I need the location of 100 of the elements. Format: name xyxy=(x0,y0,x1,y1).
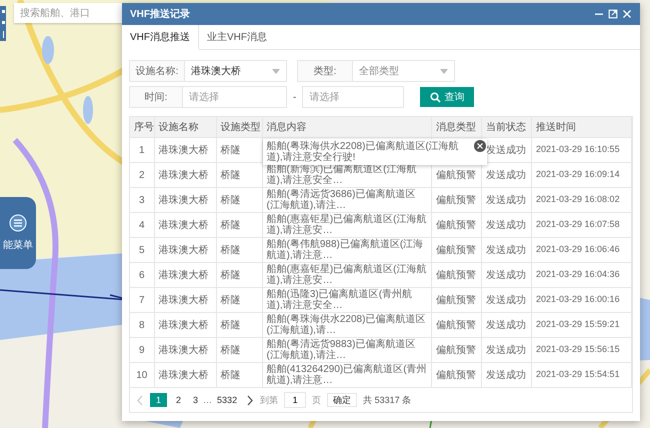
menu-button[interactable]: 能菜单 xyxy=(0,197,36,269)
table-cell: 桥隧 xyxy=(216,288,262,312)
maximize-icon[interactable] xyxy=(608,9,618,19)
table-cell: 2 xyxy=(130,162,154,188)
menu-icon xyxy=(9,214,27,232)
table-cell: 发送成功 xyxy=(482,262,532,288)
table-cell: 桥隧 xyxy=(216,138,262,162)
tool-icon[interactable] xyxy=(0,9,6,14)
table-cell: 偏航预警 xyxy=(436,344,476,356)
table-cell: 船舶(粤珠海供水2208)已偏离航道区(江海航道),请… xyxy=(266,314,426,336)
page-button[interactable]: 1 xyxy=(150,393,168,407)
message-text: 船舶(粤珠海供水2208)已偏离航道区(江海航道),请注意安全行驶! xyxy=(266,141,459,163)
start-date-field[interactable]: 请选择 xyxy=(183,86,287,108)
table-cell: 港珠澳大桥 xyxy=(154,238,216,262)
table-cell: 船舶(粤清远货9883)已偏离航道区(江海航道),请注… xyxy=(266,339,416,361)
table-cell: 桥隧 xyxy=(216,238,262,262)
type-select[interactable]: 类型: 全部类型 xyxy=(297,60,455,82)
table-cell: 2021-03-29 15:54:51 xyxy=(532,362,632,387)
end-date-field[interactable]: 请选择 xyxy=(302,86,404,108)
table-cell: 2021-03-29 16:07:58 xyxy=(532,212,632,238)
table-cell: 2021-03-29 16:06:46 xyxy=(532,238,632,262)
table-cell: 桥隧 xyxy=(216,162,262,188)
table-cell: 港珠澳大桥 xyxy=(154,312,216,338)
column-header: 消息内容 xyxy=(262,117,432,138)
column-header: 推送时间 xyxy=(532,117,632,138)
table-cell: 偏航预警 xyxy=(436,320,476,330)
table-cell: 6 xyxy=(130,262,154,288)
caret-icon xyxy=(272,68,280,74)
table-cell: 港珠澳大桥 xyxy=(154,338,216,362)
table-cell: 2021-03-29 16:10:55 xyxy=(532,138,632,162)
table-cell: 9 xyxy=(130,338,154,362)
table-cell: 4 xyxy=(130,212,154,238)
table-cell: 发送成功 xyxy=(482,312,532,338)
tab[interactable]: VHF消息推送 xyxy=(122,25,199,50)
table-cell: 港珠澳大桥 xyxy=(154,288,216,312)
search-icon xyxy=(430,92,442,102)
next-page-icon[interactable] xyxy=(246,394,254,406)
table-cell: 发送成功 xyxy=(482,338,532,362)
confirm-button[interactable]: 确定 xyxy=(327,393,358,407)
table-cell: 发送成功 xyxy=(482,162,532,188)
table-cell: 发送成功 xyxy=(482,212,532,238)
table-cell: 港珠澳大桥 xyxy=(154,212,216,238)
field-label: 时间: xyxy=(129,86,183,108)
column-header: 消息类型 xyxy=(432,117,482,138)
table-cell: 2021-03-29 16:00:16 xyxy=(532,288,632,312)
table-cell: 桥隧 xyxy=(216,362,262,387)
table-cell: 发送成功 xyxy=(482,362,532,387)
column-header: 设施名称 xyxy=(154,117,216,138)
table-cell: 偏航预警 xyxy=(436,244,476,256)
table-cell: 2021-03-29 15:56:15 xyxy=(532,338,632,362)
table-cell: 船舶(粤清远货3686)已偏离航道区(江海航道),请注… xyxy=(266,189,416,211)
table-cell: 偏航预警 xyxy=(436,370,476,380)
table-cell: 8 xyxy=(130,312,154,338)
table-cell: 偏航预警 xyxy=(436,170,476,180)
table-cell: 发送成功 xyxy=(482,188,532,212)
table-cell: 偏航预警 xyxy=(436,294,476,306)
page-input[interactable]: 1 xyxy=(284,392,306,408)
table-cell: 发送成功 xyxy=(482,238,532,262)
table-cell: 船舶(惠嘉钜星)已偏离航道区(江海航道),请注意安… xyxy=(266,214,426,236)
table-cell: 发送成功 xyxy=(482,288,532,312)
table-cell: 1 xyxy=(130,138,154,162)
table-cell: 3 xyxy=(130,188,154,212)
table-cell: 港珠澳大桥 xyxy=(154,262,216,288)
range-separator: - xyxy=(293,92,296,102)
table-cell: 港珠澳大桥 xyxy=(154,162,216,188)
table-cell: 港珠澳大桥 xyxy=(154,362,216,387)
table-cell: 桥隧 xyxy=(216,262,262,288)
table-cell: 港珠澳大桥 xyxy=(154,138,216,162)
table-cell: 7 xyxy=(130,288,154,312)
window-title: VHF推送记录 xyxy=(130,8,190,21)
table-cell: 偏航预警 xyxy=(436,220,476,230)
table-cell: 船舶(迅隆3)已偏离航道区(青州航道),请注意安全… xyxy=(266,289,412,311)
table-cell: 偏航预警 xyxy=(436,270,476,280)
table-cell: 桥隧 xyxy=(216,212,262,238)
search-field[interactable]: 搜索船舶、港口 xyxy=(14,3,124,23)
table-cell: 2021-03-29 16:08:02 xyxy=(532,188,632,212)
column-header: 当前状态 xyxy=(482,117,532,138)
page-unit: 页 xyxy=(312,394,322,406)
table-cell: 港珠澳大桥 xyxy=(154,188,216,212)
table-cell: 2021-03-29 16:04:36 xyxy=(532,262,632,288)
goto-label: 到第 xyxy=(260,394,278,406)
caret-icon xyxy=(440,68,448,74)
table-cell: 桥隧 xyxy=(216,338,262,362)
column-header: 设施类型 xyxy=(216,117,262,138)
close-icon[interactable] xyxy=(474,140,486,152)
total-count: 共 53317 条 xyxy=(363,394,412,406)
table-cell: 船舶(惠嘉钜星)已偏离航道区(江海航道),请注意安… xyxy=(266,264,426,286)
column-header: 序号 xyxy=(130,117,154,138)
query-button[interactable]: 查询 xyxy=(420,87,474,107)
table-cell: 偏航预警 xyxy=(436,194,476,206)
facility-select[interactable]: 设施名称: 港珠澳大桥 xyxy=(129,60,287,82)
table-cell: 桥隧 xyxy=(216,312,262,338)
table-cell: 船舶(粤伟航988)已偏离航道区(江海航道),请注意… xyxy=(266,239,424,261)
table-cell: 10 xyxy=(130,362,154,387)
page-ellipsis: … xyxy=(203,395,212,405)
close-icon[interactable] xyxy=(622,9,632,19)
table-cell: 船舶(413264290)已偏离航道区(青州航道),请注意… xyxy=(266,364,427,386)
table-cell: 2021-03-29 16:09:14 xyxy=(532,162,632,188)
table-cell: 桥隧 xyxy=(216,188,262,212)
tool-icon[interactable] xyxy=(0,20,6,25)
